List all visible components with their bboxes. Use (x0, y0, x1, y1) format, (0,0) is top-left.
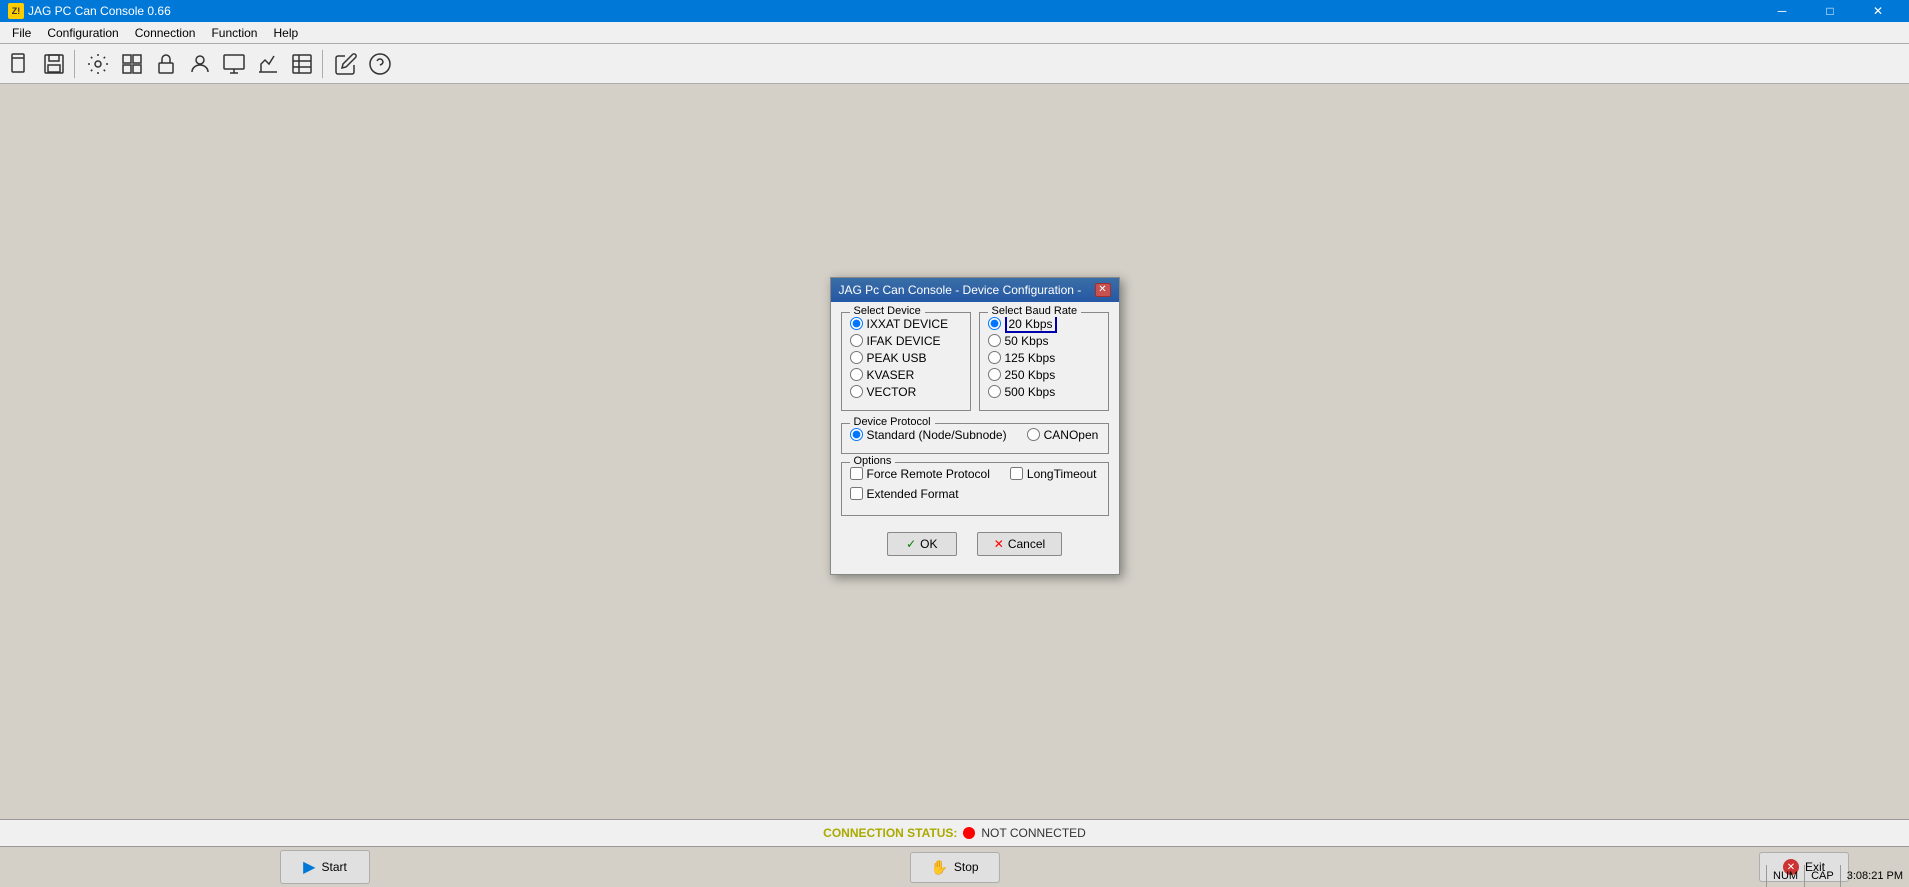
bottom-bar: ▶ Start ✋ Stop ✕ Exit (0, 847, 1909, 887)
options-group-label: Options (850, 455, 896, 467)
ok-icon: ✓ (906, 537, 916, 551)
baud-radio-250[interactable]: 250 Kbps (988, 368, 1100, 382)
device-label-vector: VECTOR (867, 385, 917, 399)
ok-label: OK (920, 537, 937, 551)
toolbar-separator-2 (322, 50, 326, 78)
toolbar-new-button[interactable] (4, 48, 36, 80)
protocol-group-label: Device Protocol (850, 416, 935, 428)
system-indicators: NUM CAP 3:08:21 PM (1766, 865, 1909, 887)
device-label-ixxat: IXXAT DEVICE (867, 317, 949, 331)
baud-label-250: 250 Kbps (1005, 368, 1056, 382)
connection-status-label: CONNECTION STATUS: (823, 826, 957, 840)
baud-label-125: 125 Kbps (1005, 351, 1056, 365)
main-area: JAG Pc Can Console - Device Configuratio… (0, 84, 1909, 847)
toolbar-display-button[interactable] (218, 48, 250, 80)
toolbar-help-button[interactable] (364, 48, 396, 80)
option-label-extended-format: Extended Format (867, 487, 959, 501)
device-label-peak: PEAK USB (867, 351, 927, 365)
app-icon: Z! (8, 3, 24, 19)
option-label-force-remote: Force Remote Protocol (867, 467, 990, 481)
dialog-title: JAG Pc Can Console - Device Configuratio… (839, 283, 1082, 297)
start-icon: ▶ (303, 857, 315, 877)
baud-group-label: Select Baud Rate (988, 305, 1082, 317)
menu-function[interactable]: Function (203, 22, 265, 43)
connection-status-dot (963, 827, 975, 839)
toolbar-table-button[interactable] (286, 48, 318, 80)
protocol-group: Device Protocol Standard (Node/Subnode) … (841, 423, 1109, 454)
option-long-timeout[interactable]: LongTimeout (1010, 467, 1097, 481)
device-radio-vector[interactable]: VECTOR (850, 385, 962, 399)
title-bar: Z! JAG PC Can Console 0.66 ─ □ ✕ (0, 0, 1909, 22)
device-radio-ixxat[interactable]: IXXAT DEVICE (850, 317, 962, 331)
dialog-title-bar: JAG Pc Can Console - Device Configuratio… (831, 278, 1119, 302)
cancel-label: Cancel (1008, 537, 1045, 551)
toolbar-chart-button[interactable] (252, 48, 284, 80)
baud-radio-500[interactable]: 500 Kbps (988, 385, 1100, 399)
stop-label: Stop (954, 860, 979, 874)
menu-file[interactable]: File (4, 22, 39, 43)
options-row-1: Force Remote Protocol LongTimeout (850, 467, 1100, 487)
option-force-remote[interactable]: Force Remote Protocol (850, 467, 990, 481)
toolbar-separator-1 (74, 50, 78, 78)
device-group-label: Select Device (850, 305, 925, 317)
options-group: Options Force Remote Protocol LongTimeou… (841, 462, 1109, 516)
menu-help[interactable]: Help (265, 22, 306, 43)
protocol-radio-standard[interactable]: Standard (Node/Subnode) (850, 428, 1007, 442)
stop-icon: ✋ (930, 859, 947, 876)
dialog-close-button[interactable]: ✕ (1095, 283, 1111, 297)
cancel-icon: ✕ (994, 537, 1004, 551)
time-indicator: 3:08:21 PM (1840, 865, 1909, 887)
ok-button[interactable]: ✓ OK (887, 532, 957, 556)
baud-radio-20[interactable]: 20 Kbps (988, 317, 1100, 331)
device-radio-ifak[interactable]: IFAK DEVICE (850, 334, 962, 348)
option-label-long-timeout: LongTimeout (1027, 467, 1097, 481)
protocol-label-standard: Standard (Node/Subnode) (867, 428, 1007, 442)
dialog-content: Select Device IXXAT DEVICE IFAK DEVICE P… (831, 302, 1119, 574)
stop-button[interactable]: ✋ Stop (909, 852, 999, 883)
protocol-label-canopen: CANOpen (1044, 428, 1099, 442)
toolbar-person-button[interactable] (184, 48, 216, 80)
toolbar (0, 44, 1909, 84)
device-baud-row: Select Device IXXAT DEVICE IFAK DEVICE P… (841, 312, 1109, 419)
connection-status-text: NOT CONNECTED (981, 826, 1085, 840)
baud-label-500: 500 Kbps (1005, 385, 1056, 399)
option-extended-format[interactable]: Extended Format (850, 487, 959, 501)
minimize-button[interactable]: ─ (1759, 0, 1805, 22)
baud-radio-125[interactable]: 125 Kbps (988, 351, 1100, 365)
menu-configuration[interactable]: Configuration (39, 22, 126, 43)
protocol-radio-canopen[interactable]: CANOpen (1027, 428, 1099, 442)
baud-group: Select Baud Rate 20 Kbps 50 Kbps (979, 312, 1109, 411)
toolbar-lock-button[interactable] (150, 48, 182, 80)
device-config-dialog: JAG Pc Can Console - Device Configuratio… (830, 277, 1120, 575)
maximize-button[interactable]: □ (1807, 0, 1853, 22)
device-group: Select Device IXXAT DEVICE IFAK DEVICE P… (841, 312, 971, 411)
device-label-ifak: IFAK DEVICE (867, 334, 941, 348)
num-indicator: NUM (1766, 865, 1804, 887)
options-row-2: Extended Format (850, 487, 1100, 507)
start-label: Start (321, 860, 346, 874)
toolbar-save-button[interactable] (38, 48, 70, 80)
toolbar-settings-button[interactable] (82, 48, 114, 80)
toolbar-edit-button[interactable] (330, 48, 362, 80)
start-button[interactable]: ▶ Start (280, 850, 370, 884)
connection-status-bar: CONNECTION STATUS: NOT CONNECTED (0, 819, 1909, 847)
cancel-button[interactable]: ✕ Cancel (977, 532, 1062, 556)
toolbar-grid-button[interactable] (116, 48, 148, 80)
device-radio-kvaser[interactable]: KVASER (850, 368, 962, 382)
dialog-buttons: ✓ OK ✕ Cancel (841, 524, 1109, 564)
cap-indicator: CAP (1804, 865, 1840, 887)
device-radio-peak[interactable]: PEAK USB (850, 351, 962, 365)
device-label-kvaser: KVASER (867, 368, 915, 382)
title-bar-controls: ─ □ ✕ (1759, 0, 1901, 22)
menu-bar: File Configuration Connection Function H… (0, 22, 1909, 44)
menu-connection[interactable]: Connection (127, 22, 204, 43)
app-title: JAG PC Can Console 0.66 (28, 4, 1759, 18)
baud-label-50: 50 Kbps (1005, 334, 1049, 348)
dialog-overlay: JAG Pc Can Console - Device Configuratio… (0, 84, 1909, 847)
close-button[interactable]: ✕ (1855, 0, 1901, 22)
baud-label-20: 20 Kbps (1005, 317, 1057, 331)
baud-radio-50[interactable]: 50 Kbps (988, 334, 1100, 348)
